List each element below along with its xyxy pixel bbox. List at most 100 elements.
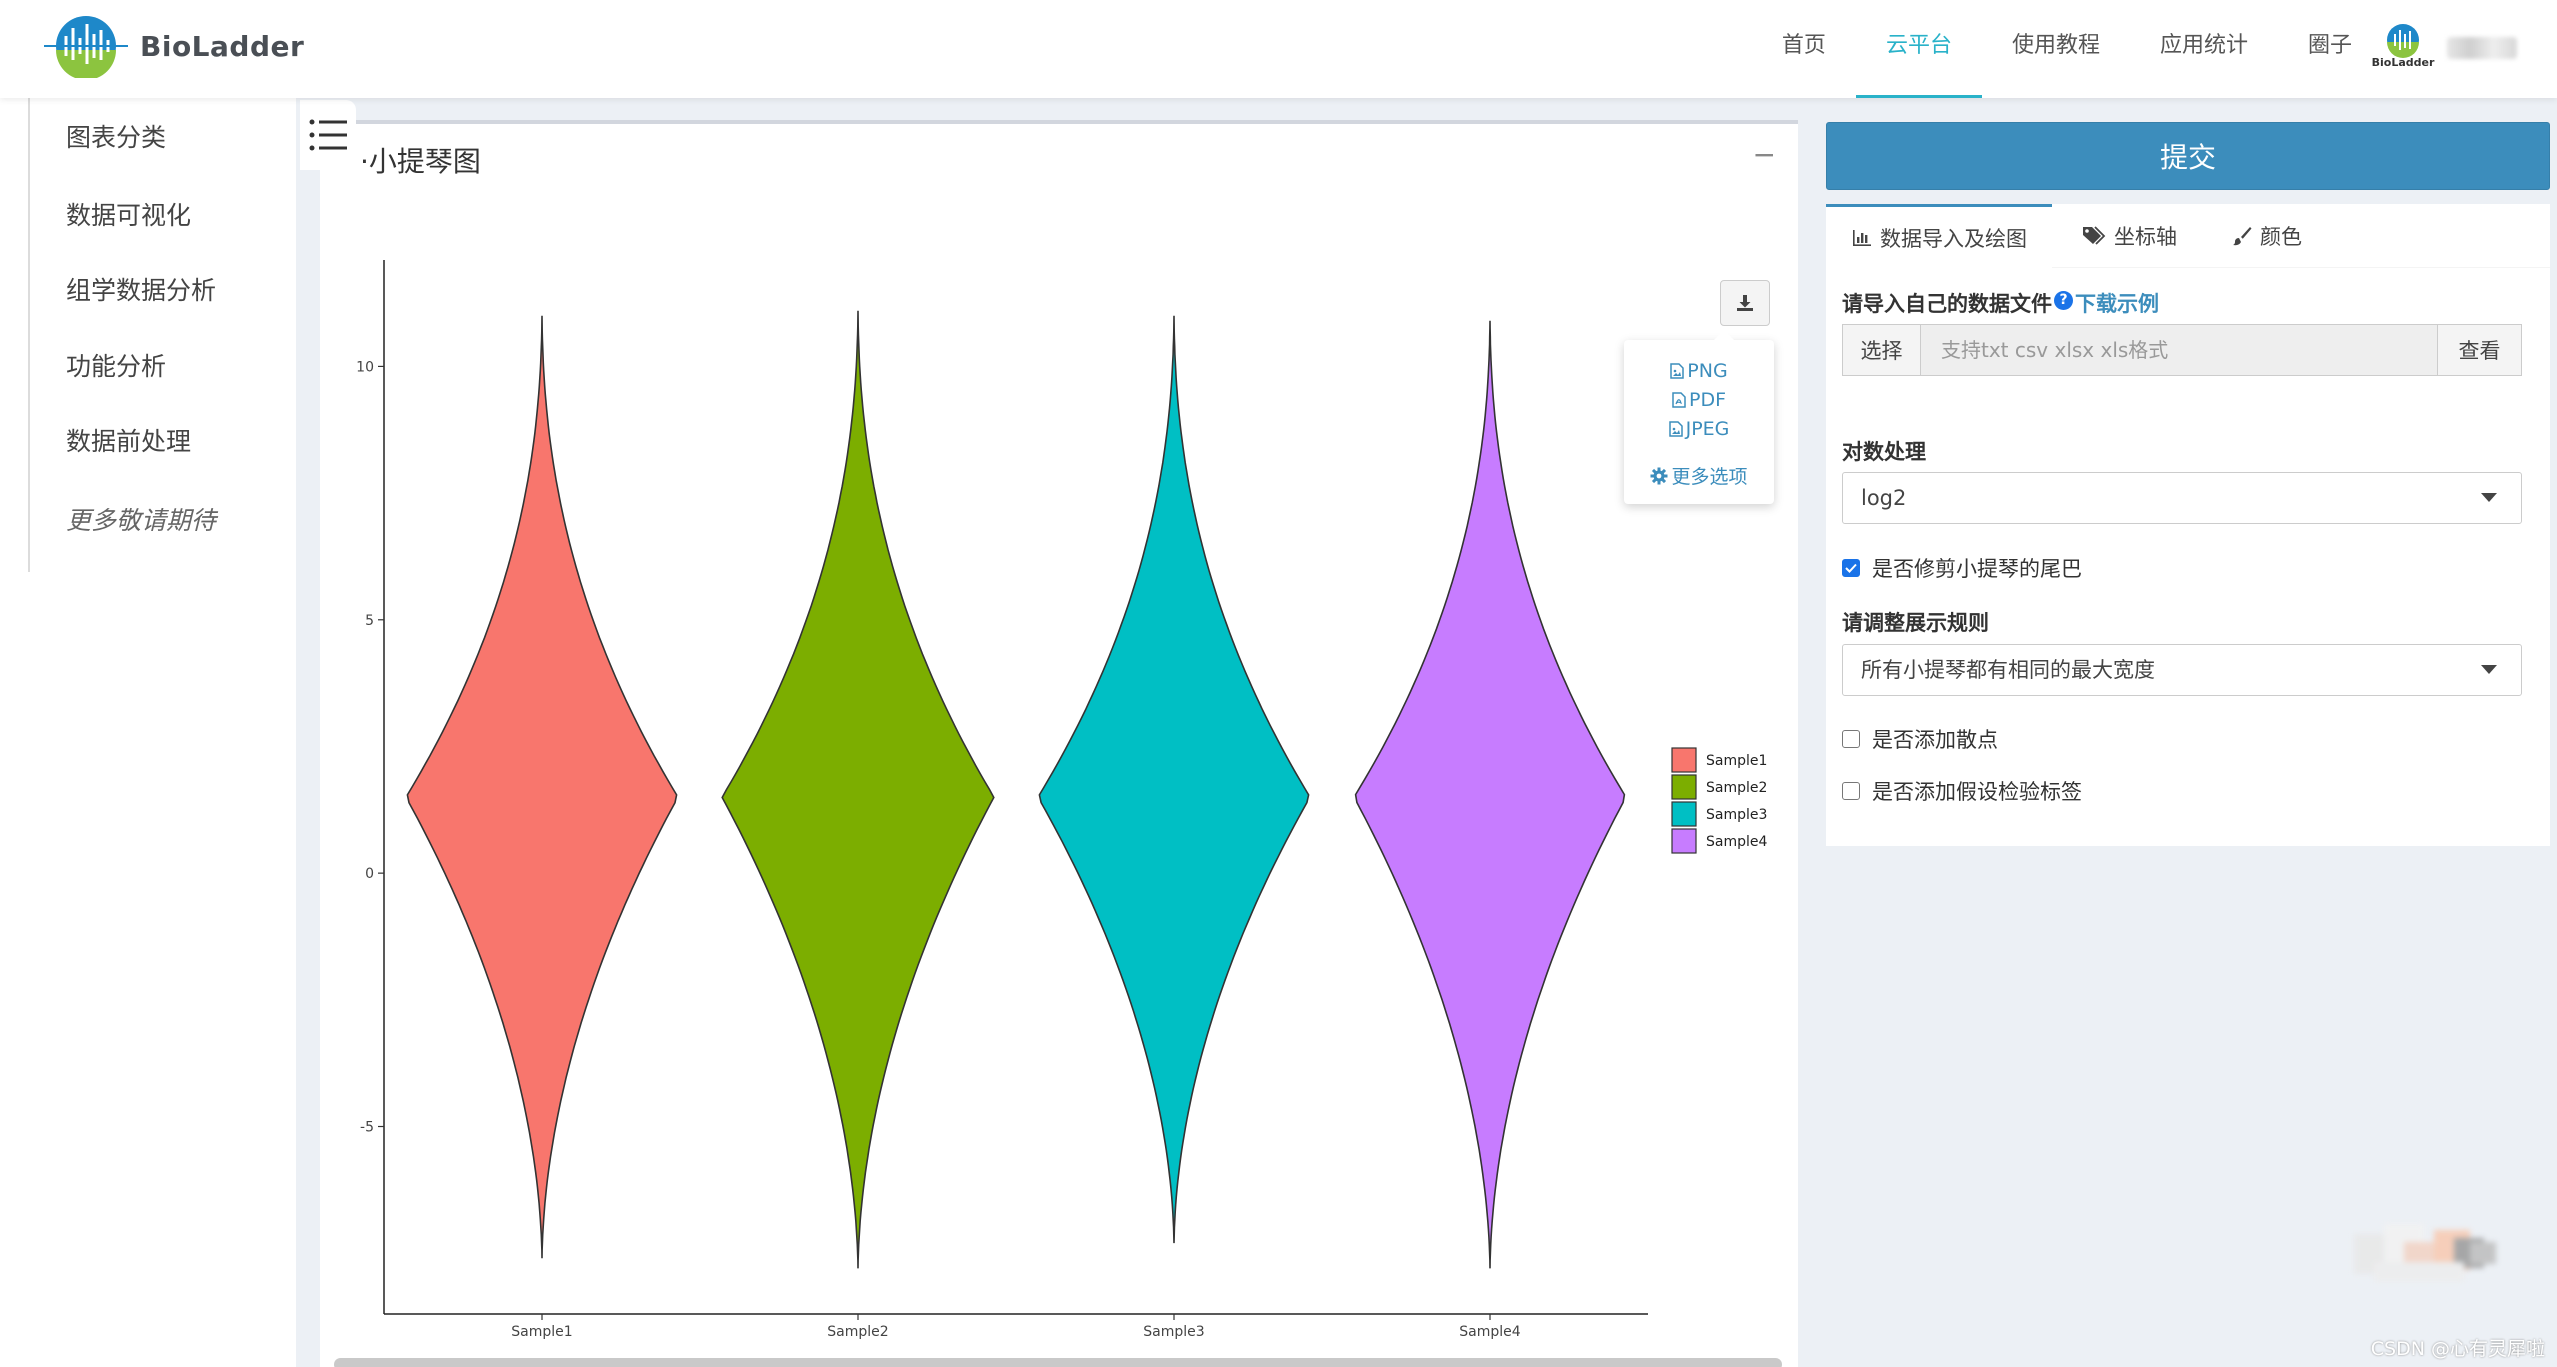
nav-tutorial-label: 使用教程 [2011, 33, 2100, 58]
sidebar-item-omics-analysis[interactable]: 组学数据分析 [66, 271, 216, 307]
blurred-watermark-image [2354, 1224, 2496, 1282]
download-jpeg-option[interactable]: JPEG [1624, 418, 1774, 440]
legend-label: Sample3 [1706, 807, 1767, 823]
tab-color-label: 颜色 [2260, 225, 2302, 249]
gear-icon [1650, 467, 1668, 485]
trim-tails-checkbox-row[interactable]: 是否修剪小提琴的尾巴 [1842, 553, 2082, 583]
tags-icon [2083, 226, 2106, 245]
download-more-options[interactable]: 更多选项 [1624, 462, 1774, 489]
x-tick-label: Sample2 [827, 1324, 888, 1340]
import-label: 请导入自己的数据文件 [1842, 292, 2052, 316]
violin-sample1 [406, 315, 678, 1259]
submit-button[interactable]: 提交 [1826, 122, 2550, 190]
file-pdf-icon [1672, 392, 1686, 408]
csdn-watermark: CSDN @心有灵犀啦 [2370, 1338, 2545, 1360]
log-transform-select[interactable]: log2 [1842, 472, 2522, 524]
nav-app-stats-label: 应用统计 [2159, 33, 2248, 58]
sidebar-item-data-visualization[interactable]: 数据可视化 [66, 196, 191, 232]
tab-color[interactable]: 颜色 [2232, 204, 2302, 268]
violin-chart: -5 0 5 10 Sample1 Sample2 Sample3 Sample4 Sample… [356, 260, 1767, 1340]
nav-cloud-platform-label: 云平台 [1885, 33, 1952, 58]
file-image-icon [1668, 421, 1683, 437]
settings-tabs: 数据导入及绘图 坐标轴 颜色 [1826, 204, 2550, 268]
box-title: ·小提琴图 [360, 145, 481, 178]
sidebar-item-coming-soon: 更多敬请期待 [66, 506, 217, 535]
download-menu: PNG PDF JPEG 更多选项 [1624, 330, 1774, 504]
collapse-button[interactable]: − [1753, 138, 1776, 171]
add-test-label-checkbox-row[interactable]: 是否添加假设检验标签 [1842, 776, 2082, 806]
list-icon [309, 119, 347, 151]
add-points-checkbox[interactable] [1842, 730, 1860, 748]
png-label: PNG [1687, 360, 1728, 382]
y-tick-label: -5 [360, 1120, 374, 1136]
add-points-label: 是否添加散点 [1872, 728, 1998, 752]
sidebar-item-data-preprocessing[interactable]: 数据前处理 [66, 422, 191, 458]
trim-tails-label: 是否修剪小提琴的尾巴 [1872, 557, 2082, 581]
logo-text: BioLadder [140, 29, 305, 63]
left-sidebar: 图表分类 数据可视化 组学数据分析 功能分析 数据前处理 更多敬请期待 [0, 98, 296, 1367]
tab-axis-label: 坐标轴 [2114, 225, 2177, 249]
legend-swatch [1671, 828, 1697, 854]
more-options-label: 更多选项 [1671, 466, 1748, 488]
check-icon [1845, 563, 1857, 573]
add-points-checkbox-row[interactable]: 是否添加散点 [1842, 724, 1998, 754]
y-tick-label: 10 [356, 359, 374, 375]
paintbrush-icon [2233, 227, 2252, 246]
bioladder-logo[interactable]: BioLadder [40, 14, 304, 78]
main-nav: 首页 云平台 使用教程 应用统计 圈子 [1752, 0, 2382, 98]
sidebar-item-chart-category[interactable]: 图表分类 [66, 118, 166, 154]
legend-swatch [1671, 774, 1697, 800]
import-label-row: 请导入自己的数据文件 ? 下载示例 [1842, 288, 2159, 318]
y-tick-label: 5 [365, 613, 374, 629]
x-tick-label: Sample3 [1143, 1324, 1204, 1340]
nav-home-label: 首页 [1781, 33, 1826, 58]
legend-swatch [1671, 747, 1697, 773]
nav-home[interactable]: 首页 [1752, 0, 1856, 98]
nav-tutorial[interactable]: 使用教程 [1982, 0, 2130, 98]
tab-data-import[interactable]: 数据导入及绘图 [1826, 204, 2052, 268]
log-transform-value: log2 [1861, 486, 1907, 510]
chevron-down-icon [2481, 493, 2497, 502]
legend-swatch [1671, 801, 1697, 827]
violin-sample4 [1354, 320, 1626, 1269]
download-button[interactable] [1720, 280, 1770, 326]
violin-plot-box: ·小提琴图 − -5 0 5 10 Sample1 Sample2 Sample3 Sampl… [320, 120, 1798, 1367]
display-rule-label: 请调整展示规则 [1842, 611, 1989, 635]
avatar[interactable]: BioLadder [2372, 22, 2434, 74]
download-pdf-option[interactable]: PDF [1624, 389, 1774, 411]
blurred-username [2447, 37, 2517, 59]
download-example-link[interactable]: 下载示例 [2075, 288, 2159, 318]
sidebar-item-functional-analysis[interactable]: 功能分析 [66, 347, 166, 383]
y-tick-label: 0 [365, 866, 374, 882]
file-path-input[interactable]: 支持txt csv xlsx xls格式 [1921, 325, 2437, 375]
plot-area: -5 0 5 10 Sample1 Sample2 Sample3 Sample4 Sample… [320, 200, 1798, 1360]
nav-app-stats[interactable]: 应用统计 [2130, 0, 2278, 98]
display-rule-select[interactable]: 所有小提琴都有相同的最大宽度 [1842, 644, 2522, 696]
file-upload: 选择 支持txt csv xlsx xls格式 查看 [1842, 324, 2522, 376]
trim-tails-checkbox[interactable] [1842, 559, 1860, 577]
x-tick-label: Sample1 [511, 1324, 572, 1340]
add-test-label-checkbox[interactable] [1842, 782, 1860, 800]
tab-data-import-label: 数据导入及绘图 [1880, 226, 2027, 251]
bioladder-logo-icon [44, 16, 128, 78]
chevron-down-icon [2481, 665, 2497, 674]
sidebar-divider [28, 98, 30, 572]
choose-file-button[interactable]: 选择 [1843, 325, 1921, 375]
tab-axis[interactable]: 坐标轴 [2082, 204, 2177, 268]
user-menu[interactable]: BioLadder [2372, 22, 2525, 74]
avatar-label: BioLadder [2371, 56, 2435, 69]
menu-toggle-button[interactable] [300, 100, 356, 170]
legend-label: Sample4 [1706, 834, 1767, 850]
jpeg-label: JPEG [1685, 418, 1730, 440]
download-png-option[interactable]: PNG [1624, 360, 1774, 382]
display-rule-value: 所有小提琴都有相同的最大宽度 [1861, 658, 2155, 682]
view-data-button[interactable]: 查看 [2437, 325, 2521, 375]
log-label: 对数处理 [1842, 440, 1926, 464]
horizontal-scrollbar[interactable] [334, 1358, 1782, 1367]
violin-sample3 [1038, 315, 1310, 1244]
nav-circle[interactable]: 圈子 [2278, 0, 2382, 98]
help-icon[interactable]: ? [2054, 290, 2073, 310]
nav-cloud-platform[interactable]: 云平台 [1855, 0, 1982, 98]
add-test-label-label: 是否添加假设检验标签 [1872, 780, 2082, 804]
download-icon [1737, 295, 1753, 311]
